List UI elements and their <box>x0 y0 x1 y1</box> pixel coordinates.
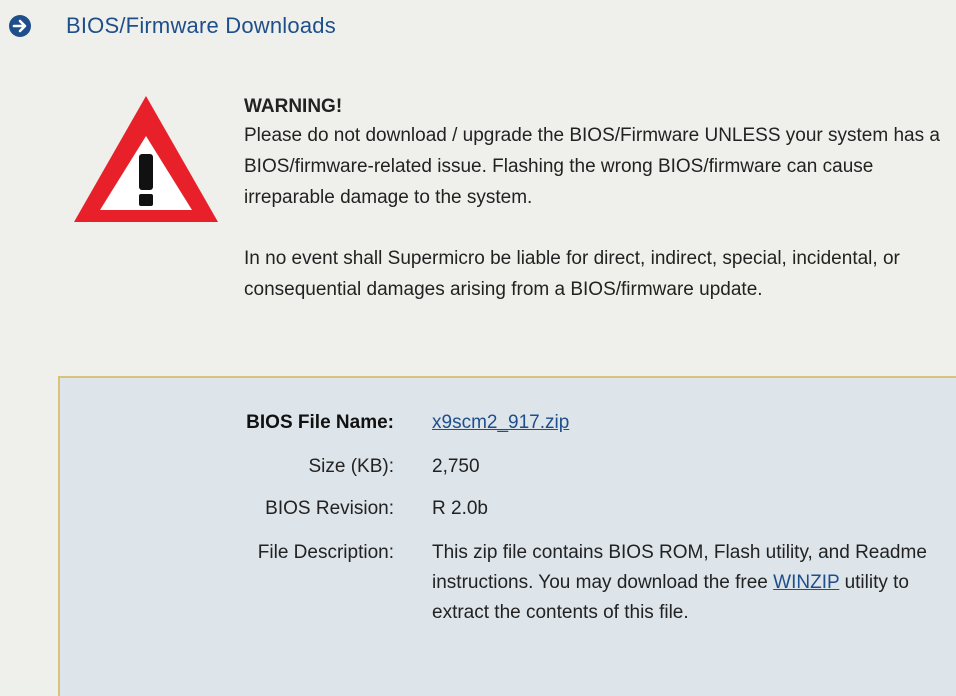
warning-triangle-icon <box>70 92 222 226</box>
file-name-label: BIOS File Name: <box>246 412 394 433</box>
winzip-link[interactable]: WINZIP <box>773 572 839 593</box>
page: BIOS/Firmware Downloads WARNING! Please … <box>0 0 956 696</box>
liability-disclaimer: In no event shall Supermicro be liable f… <box>244 248 900 300</box>
section-header: BIOS/Firmware Downloads <box>8 10 336 42</box>
description-value: This zip file contains BIOS ROM, Flash u… <box>432 538 952 628</box>
size-value: 2,750 <box>432 456 480 477</box>
file-info-panel: BIOS File Name: x9scm2_917.zip Size (KB)… <box>58 376 956 696</box>
warning-heading: WARNING! <box>244 96 343 117</box>
file-name-value-cell: x9scm2_917.zip <box>432 408 952 438</box>
arrow-right-circle-icon <box>8 14 32 38</box>
revision-label: BIOS Revision: <box>265 498 394 519</box>
warning-paragraph: Please do not download / upgrade the BIO… <box>244 125 940 208</box>
file-download-link[interactable]: x9scm2_917.zip <box>432 412 569 433</box>
description-label: File Description: <box>257 542 394 563</box>
page-title: BIOS/Firmware Downloads <box>66 13 336 38</box>
revision-value: R 2.0b <box>432 498 488 519</box>
size-label: Size (KB): <box>308 456 394 477</box>
warning-message: WARNING! Please do not download / upgrad… <box>244 96 944 305</box>
